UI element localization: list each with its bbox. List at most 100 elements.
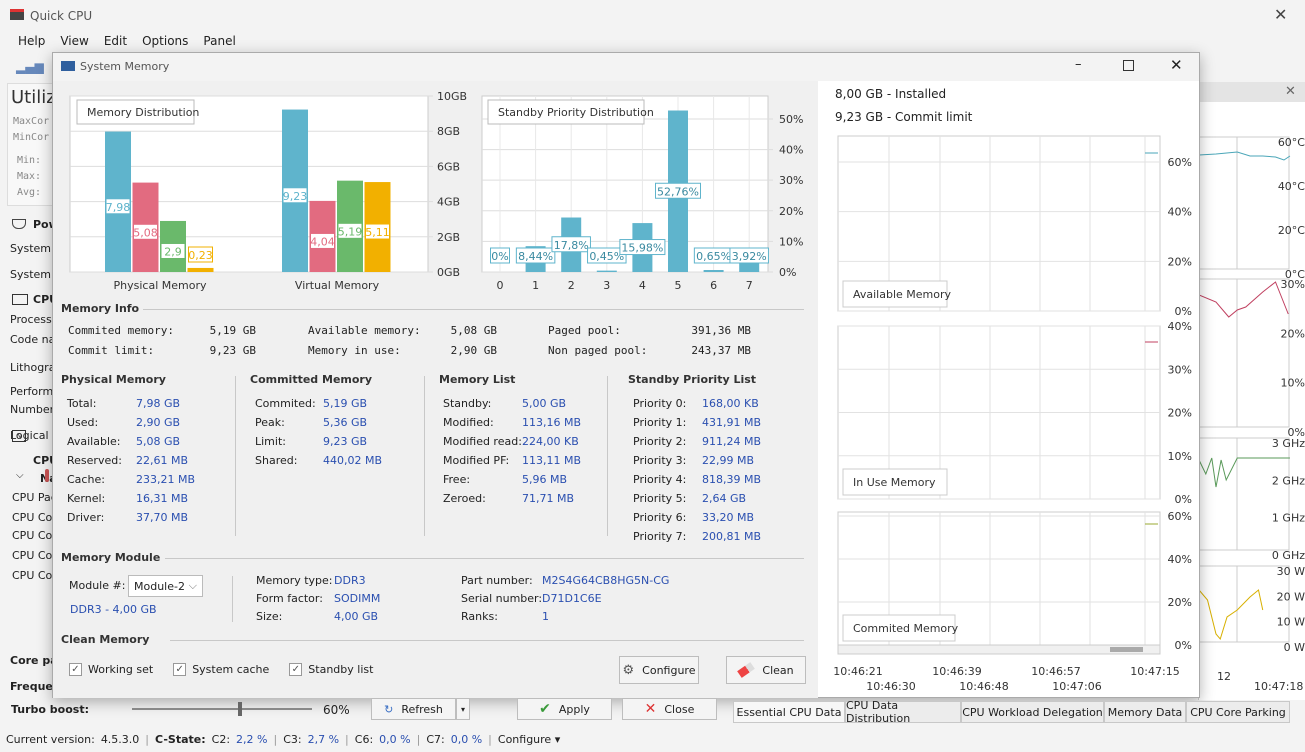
x-tick-label: 1 [532,279,539,292]
x-icon: ✕ [644,701,657,717]
checkbox-box[interactable]: ✓ [69,663,82,676]
checkbox-system-cache[interactable]: ✓ System cache [173,663,269,676]
y-tick-label: 30% [779,174,803,187]
y-tick-label: 0GB [437,266,460,279]
physical-label: Kernel: [67,492,106,505]
memory-module-title: Memory Module [61,551,161,564]
y-tick-label: 4GB [437,196,460,209]
status-cstate: C-State: [155,733,206,746]
module-label: Part number: [461,574,533,587]
standby-value: 2,64 GB [702,492,747,505]
standby-value: 911,24 MB [702,435,762,448]
data-label: 8,44% [518,250,553,263]
x-tick-label: 4 [639,279,646,292]
check-icon: ✔ [539,701,551,717]
standby-label: Priority 1: [633,416,687,429]
separator: | [345,733,349,746]
memlist-label: Standby: [443,397,492,410]
apply-label: Apply [558,702,590,716]
committed-label: Shared: [255,454,298,467]
bar [596,270,617,272]
turbo-boost-label: Turbo boost: [11,703,90,716]
clean-button[interactable]: Clean [726,656,806,684]
tab-cpu-workload-delegation[interactable]: CPU Workload Delegation [961,701,1104,723]
module-value: 4,00 GB [334,610,379,623]
physical-title: Physical Memory [61,373,166,386]
turbo-boost-value: 60% [323,703,350,717]
y-tick-label: 2GB [437,231,460,244]
tab-memory-data[interactable]: Memory Data [1104,701,1186,723]
memlist-title: Memory List [439,373,516,386]
standby-label: Priority 7: [633,530,687,543]
tab-essential-cpu-data[interactable]: Essential CPU Data [733,701,845,723]
scrollbar-thumb[interactable] [1110,647,1143,652]
physical-value: 233,21 MB [136,473,196,486]
configure-menu[interactable]: Configure ▾ [498,733,560,746]
committed-title: Committed Memory [250,373,373,386]
time-chart-tick: 0% [1175,305,1192,318]
checkbox-standby-list[interactable]: ✓ Standby list [289,663,373,676]
module-summary: DDR3 - 4,00 GB [70,603,157,616]
refresh-dropdown[interactable]: ▾ [456,698,470,720]
separator: | [488,733,492,746]
data-label: 5,11 [365,226,390,239]
module-select-value: Module-2 [134,580,185,593]
module-label: Form factor: [256,592,323,605]
module-label: Ranks: [461,610,498,623]
module-value: M2S4G64CB8HG5N-CG [542,574,670,587]
status-c7: C7: [426,733,445,746]
module-value: D71D1C6E [542,592,602,605]
checkbox-working-set[interactable]: ✓ Working set [69,663,153,676]
installed-memory: 8,00 GB - Installed [835,87,947,101]
standby-value: 431,91 MB [702,416,762,429]
physical-label: Total: [67,397,97,410]
module-select[interactable]: Module-2 ⌵ [128,575,203,597]
memlist-label: Modified read: [443,435,522,448]
data-label: 2,9 [164,245,182,258]
memlist-value: 5,00 GB [522,397,567,410]
slider-thumb[interactable] [238,702,242,716]
chevron-down-icon: ⌵ [188,579,197,592]
x-tick-label: 5 [675,279,682,292]
time-chart-tick: 40% [1168,553,1192,566]
refresh-icon: ↻ [384,702,394,716]
status-c6: C6: [354,733,374,746]
turbo-boost-slider[interactable] [132,702,312,716]
data-label: 17,8% [554,239,589,252]
checkbox-box[interactable]: ✓ [173,663,187,676]
standby-value: 818,39 MB [702,473,762,486]
standby-value: 22,99 MB [702,454,755,467]
data-label: 15,98% [621,242,663,255]
refresh-button[interactable]: ↻ Refresh [371,698,456,720]
checkbox-label: Standby list [308,663,374,676]
memlist-label: Zeroed: [443,492,486,505]
data-label: 0,65% [696,250,731,263]
x-tick-label: 6 [710,279,717,292]
close-button[interactable]: ✕ Close [622,698,717,720]
module-value: DDR3 [334,574,366,587]
apply-button[interactable]: ✔ Apply [517,698,612,720]
separator: | [416,733,421,746]
committed-label: Peak: [255,416,285,429]
bar [187,267,214,272]
status-c3: C3: [283,733,302,746]
status-version: 4.5.3.0 [100,733,140,746]
status-version-label: Current version: [6,733,95,746]
time-chart-legend-label: Available Memory [853,288,952,301]
separator: | [145,733,150,746]
time-label: 10:46:48 [959,680,1008,693]
data-label: 3,92% [732,250,767,263]
checkbox-box[interactable]: ✓ [289,663,303,676]
tab-cpu-data-distribution[interactable]: CPU Data Distribution [845,699,961,725]
configure-button[interactable]: ⚙ Configure [619,656,699,684]
separator: | [273,733,278,746]
time-chart-legend-label: Commited Memory [853,622,959,635]
time-chart-tick: 20% [1168,407,1192,420]
memlist-value: 113,11 MB [522,454,582,467]
standby-value: 168,00 KB [702,397,759,410]
tab-cpu-core-parking[interactable]: CPU Core Parking [1186,701,1290,723]
physical-value: 7,98 GB [136,397,181,410]
refresh-label: Refresh [401,702,443,716]
time-label: 10:46:57 [1031,665,1080,678]
module-label: Memory type: [256,574,333,587]
